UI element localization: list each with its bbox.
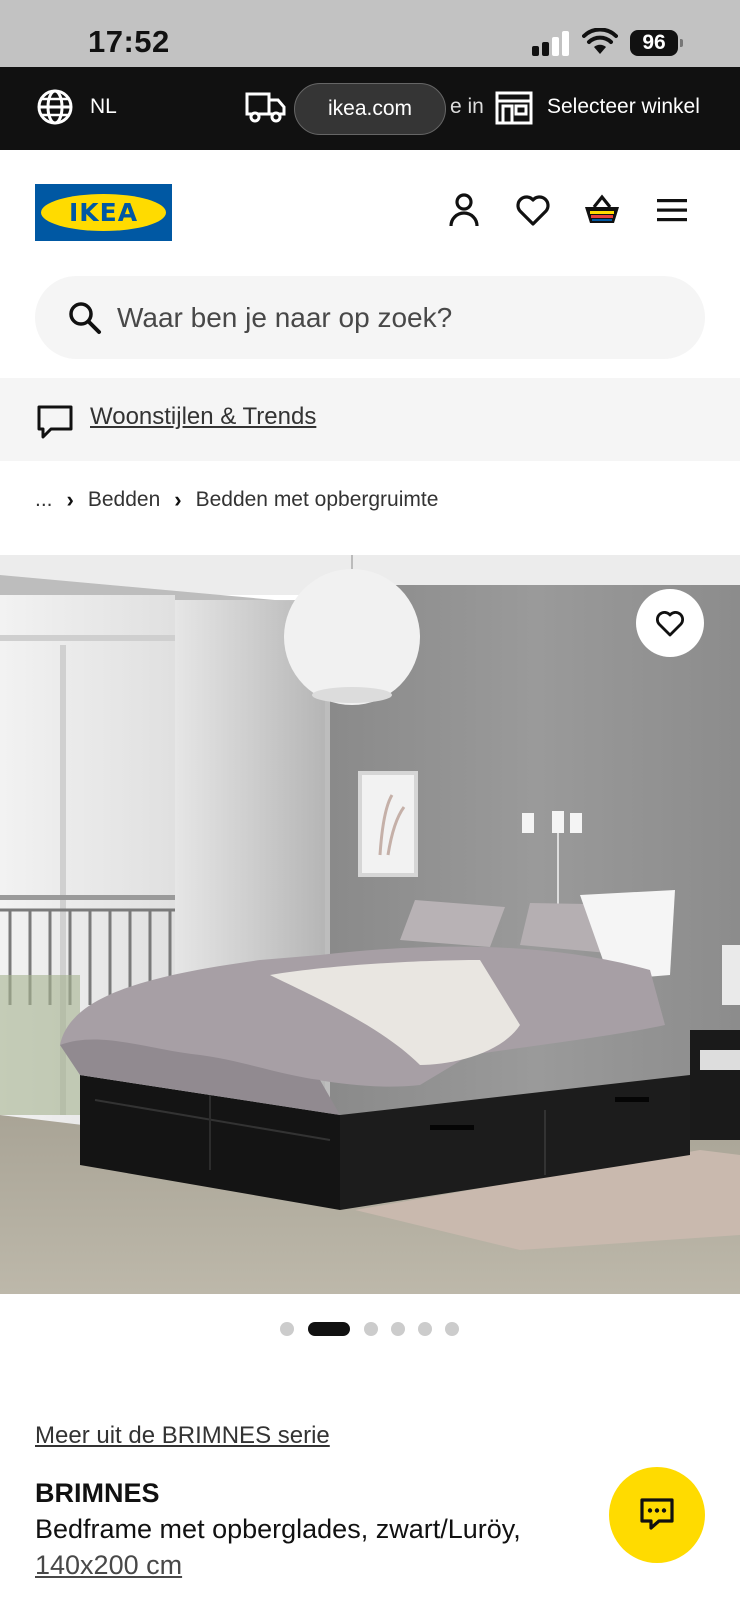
- truck-icon[interactable]: [245, 90, 287, 124]
- language-selector[interactable]: NL: [90, 95, 117, 119]
- ikea-logo[interactable]: IKEA: [35, 184, 172, 241]
- product-name: BRIMNES: [35, 1478, 160, 1508]
- header: IKEA: [0, 150, 740, 378]
- select-store-link[interactable]: Selecteer winkel: [547, 95, 700, 119]
- breadcrumb-item-beds[interactable]: Bedden: [88, 488, 160, 512]
- product-image[interactable]: [0, 555, 740, 1294]
- breadcrumb-item-ellipsis[interactable]: ...: [35, 488, 53, 512]
- wifi-icon: [582, 28, 618, 54]
- status-bar: 17:52 96: [0, 0, 740, 67]
- chevron-right-icon: ›: [66, 487, 74, 512]
- url-pill[interactable]: ikea.com: [294, 83, 446, 135]
- carousel-dot[interactable]: [364, 1322, 378, 1336]
- account-icon[interactable]: [444, 190, 484, 230]
- breadcrumb: ... › Bedden › Bedden met opbergruimte: [35, 485, 438, 515]
- heart-icon: [656, 611, 684, 637]
- carousel-dot-active[interactable]: [308, 1322, 350, 1336]
- globe-icon[interactable]: [36, 88, 74, 126]
- top-bar: NL e in ikea.com Selecteer winkel: [0, 67, 740, 150]
- search-box[interactable]: [35, 276, 705, 359]
- chat-button[interactable]: [609, 1467, 705, 1563]
- series-link[interactable]: Meer uit de BRIMNES serie: [35, 1422, 330, 1450]
- status-time: 17:52: [88, 24, 170, 59]
- breadcrumb-item-storage-beds[interactable]: Bedden met opbergruimte: [196, 488, 439, 512]
- speech-bubble-icon: [37, 405, 73, 439]
- store-icon[interactable]: [495, 91, 533, 125]
- delivery-text[interactable]: e in: [450, 95, 484, 119]
- product-size-link[interactable]: 140x200 cm: [35, 1550, 182, 1581]
- chat-icon: [640, 1498, 674, 1530]
- carousel-dot[interactable]: [418, 1322, 432, 1336]
- product-description: Bedframe met opberglades, zwart/Luröy,: [35, 1514, 521, 1544]
- trends-link[interactable]: Woonstijlen & Trends: [90, 403, 316, 431]
- chevron-right-icon: ›: [174, 487, 182, 512]
- battery-level: 96: [630, 30, 678, 56]
- signal-icon: [532, 30, 572, 56]
- carousel-dot[interactable]: [280, 1322, 294, 1336]
- battery-icon: 96: [630, 30, 684, 56]
- bedroom-photo: [0, 555, 740, 1294]
- carousel-dot[interactable]: [445, 1322, 459, 1336]
- favorite-button[interactable]: [636, 589, 704, 657]
- carousel-dot[interactable]: [391, 1322, 405, 1336]
- trends-bar: Woonstijlen & Trends: [0, 378, 740, 461]
- search-icon: [69, 302, 101, 334]
- basket-icon[interactable]: [582, 190, 622, 230]
- menu-icon[interactable]: [652, 190, 692, 230]
- logo-text: IKEA: [68, 198, 139, 227]
- heart-icon[interactable]: [513, 190, 553, 230]
- search-input[interactable]: [117, 276, 677, 359]
